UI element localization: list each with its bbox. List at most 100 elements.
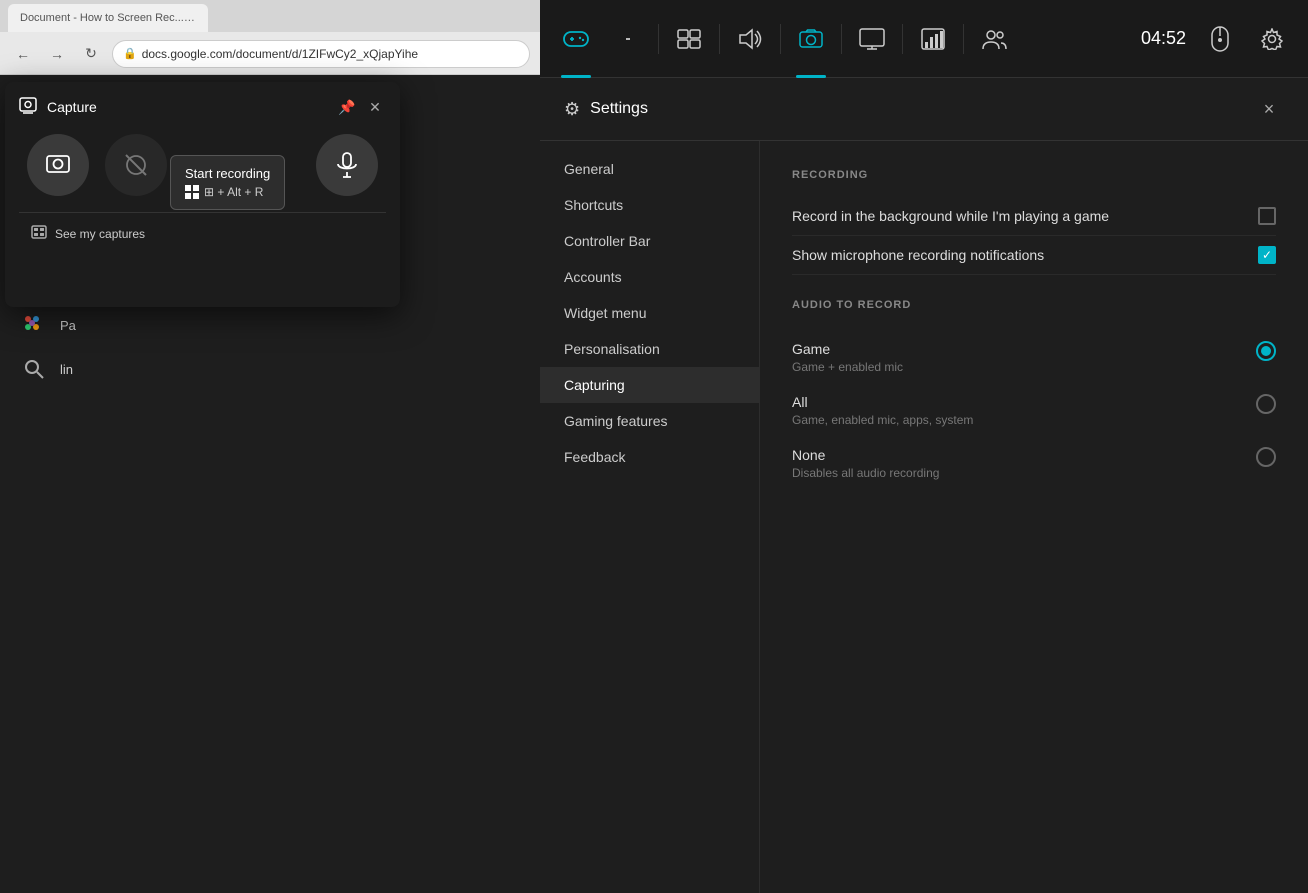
- close-capture-button[interactable]: ✕: [364, 96, 386, 118]
- nav-item-feedback[interactable]: Feedback: [540, 439, 759, 475]
- nav-label-capturing: Capturing: [564, 377, 625, 393]
- mic-notification-checkbox[interactable]: [1258, 246, 1276, 264]
- nav-item-controller-bar[interactable]: Controller Bar: [540, 223, 759, 259]
- gallery-icon-button[interactable]: [846, 0, 898, 78]
- nav-item-gaming-features[interactable]: Gaming features: [540, 403, 759, 439]
- audio-all-label: All: [792, 394, 973, 410]
- nav-label-general: General: [564, 161, 614, 177]
- nav-label-personalisation: Personalisation: [564, 341, 660, 357]
- background-record-row: Record in the background while I'm playi…: [792, 197, 1276, 236]
- see-captures-row[interactable]: See my captures: [19, 212, 386, 248]
- controller-icon-button[interactable]: [550, 0, 602, 78]
- settings-panel: ⚙ Settings × General Shortcuts Controlle…: [540, 78, 1308, 893]
- screenshot-button[interactable]: [27, 134, 89, 196]
- audio-all-radio[interactable]: [1256, 394, 1276, 414]
- audio-game-sublabel: Game + enabled mic: [792, 360, 903, 374]
- audio-game-radio[interactable]: [1256, 341, 1276, 361]
- browser-address-bar: ← → ↻ 🔒 docs.google.com/document/d/1ZIFw…: [0, 32, 540, 75]
- capture-icon-button[interactable]: [785, 0, 837, 78]
- gallery-icon: [31, 225, 47, 242]
- browser-tab-bar: Document - How to Screen Rec... - Win: [0, 0, 540, 32]
- paint-icon: [20, 311, 48, 339]
- nav-item-capturing[interactable]: Capturing: [540, 367, 759, 403]
- recent-item-search2-label: lin: [60, 362, 73, 377]
- refresh-icon: ↻: [85, 45, 97, 62]
- url-text: docs.google.com/document/d/1ZIFwCy2_xQja…: [142, 47, 418, 61]
- tooltip-shortcut: ⊞ + Alt + R: [185, 185, 270, 199]
- volume-icon-button[interactable]: [724, 0, 776, 78]
- audio-option-none[interactable]: None Disables all audio recording: [792, 437, 1276, 490]
- settings-title: ⚙ Settings: [564, 99, 648, 120]
- record-button[interactable]: [105, 134, 167, 196]
- settings-title-text: Settings: [590, 100, 648, 118]
- audio-section-label: AUDIO TO RECORD: [792, 299, 1276, 311]
- nav-label-controller-bar: Controller Bar: [564, 233, 650, 249]
- capture-title-row: Capture: [19, 97, 97, 117]
- gamebar-clock: 04:52: [1141, 28, 1186, 49]
- browser-tab[interactable]: Document - How to Screen Rec... - Win: [8, 4, 208, 32]
- recent-item-paint[interactable]: Pa: [0, 303, 540, 347]
- windows-logo-icon: [185, 185, 199, 199]
- tooltip-title: Start recording: [185, 166, 270, 181]
- audio-none-radio[interactable]: [1256, 447, 1276, 467]
- nav-forward-button[interactable]: →: [44, 41, 70, 67]
- recording-section-label: RECORDING: [792, 169, 1276, 181]
- audio-game-label: Game: [792, 341, 903, 357]
- separator-2: [719, 24, 720, 54]
- audio-game-text: Game Game + enabled mic: [792, 341, 903, 374]
- separator-4: [841, 24, 842, 54]
- gamebar-settings-button[interactable]: [1246, 0, 1298, 78]
- audio-option-game[interactable]: Game Game + enabled mic: [792, 331, 1276, 384]
- background-record-label: Record in the background while I'm playi…: [792, 208, 1109, 224]
- pin-button[interactable]: 📌: [336, 96, 358, 118]
- mouse-icon-button[interactable]: [1194, 0, 1246, 78]
- mic-button[interactable]: [316, 134, 378, 196]
- expand-icon-button[interactable]: [602, 0, 654, 78]
- settings-content: RECORDING Record in the background while…: [760, 141, 1308, 893]
- forward-icon: →: [50, 46, 64, 62]
- separator-3: [780, 24, 781, 54]
- start-recording-tooltip: Start recording ⊞ + Alt + R: [170, 155, 285, 210]
- address-field[interactable]: 🔒 docs.google.com/document/d/1ZIFwCy2_xQ…: [112, 40, 530, 68]
- audio-all-sublabel: Game, enabled mic, apps, system: [792, 413, 973, 427]
- separator-1: [658, 24, 659, 54]
- audio-none-sublabel: Disables all audio recording: [792, 466, 939, 480]
- see-captures-text: See my captures: [55, 227, 145, 241]
- audio-none-label: None: [792, 447, 939, 463]
- settings-body: General Shortcuts Controller Bar Account…: [540, 141, 1308, 893]
- nav-item-shortcuts[interactable]: Shortcuts: [540, 187, 759, 223]
- recent-item-paint-label: Pa: [60, 318, 76, 333]
- mic-notification-row: Show microphone recording notifications: [792, 236, 1276, 275]
- settings-close-button[interactable]: ×: [1254, 94, 1284, 124]
- browser-chrome: Document - How to Screen Rec... - Win ← …: [0, 0, 540, 75]
- recent-item-search2[interactable]: lin: [0, 347, 540, 391]
- shortcut-text: ⊞ + Alt + R: [204, 185, 263, 199]
- nav-label-shortcuts: Shortcuts: [564, 197, 623, 213]
- capture-header-actions: 📌 ✕: [336, 96, 386, 118]
- nav-item-personalisation[interactable]: Personalisation: [540, 331, 759, 367]
- nav-refresh-button[interactable]: ↻: [78, 41, 104, 67]
- nav-label-feedback: Feedback: [564, 449, 625, 465]
- widget-icon-button[interactable]: [663, 0, 715, 78]
- audio-none-text: None Disables all audio recording: [792, 447, 939, 480]
- separator-5: [902, 24, 903, 54]
- nav-label-widget-menu: Widget menu: [564, 305, 646, 321]
- performance-icon-button[interactable]: [907, 0, 959, 78]
- gamebar-top-bar: 04:52: [540, 0, 1308, 78]
- back-icon: ←: [16, 46, 30, 62]
- friends-icon-button[interactable]: [968, 0, 1020, 78]
- audio-all-text: All Game, enabled mic, apps, system: [792, 394, 973, 427]
- background-record-checkbox[interactable]: [1258, 207, 1276, 225]
- capture-title-icon: [19, 97, 39, 117]
- nav-label-accounts: Accounts: [564, 269, 622, 285]
- nav-label-gaming-features: Gaming features: [564, 413, 668, 429]
- settings-gear-icon: ⚙: [564, 99, 580, 120]
- section-divider: AUDIO TO RECORD: [792, 299, 1276, 311]
- audio-radio-group: Game Game + enabled mic All Game, enable…: [792, 331, 1276, 490]
- nav-back-button[interactable]: ←: [10, 41, 36, 67]
- settings-nav: General Shortcuts Controller Bar Account…: [540, 141, 760, 893]
- nav-item-accounts[interactable]: Accounts: [540, 259, 759, 295]
- audio-option-all[interactable]: All Game, enabled mic, apps, system: [792, 384, 1276, 437]
- nav-item-widget-menu[interactable]: Widget menu: [540, 295, 759, 331]
- nav-item-general[interactable]: General: [540, 151, 759, 187]
